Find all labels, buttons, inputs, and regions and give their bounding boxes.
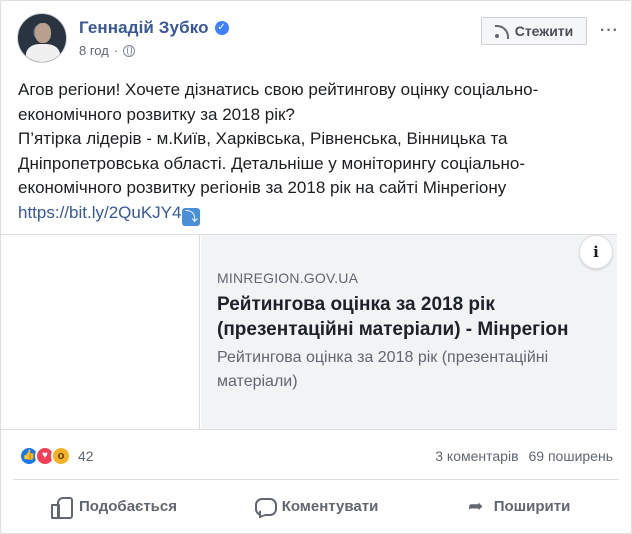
post-stats: 👍 ♥ o 42 3 коментарів 69 поширень xyxy=(19,445,613,467)
post-meta: 8 год · xyxy=(79,43,136,58)
preview-domain: MINREGION.GOV.UA xyxy=(217,270,359,286)
separator-dot: · xyxy=(113,43,119,58)
preview-title-line: Рейтингова оцінка за 2018 рік xyxy=(217,294,495,315)
post-text-line: економічного розвитку за 2018 рік? xyxy=(18,104,295,124)
thumbs-up-icon xyxy=(51,496,73,519)
preview-image[interactable] xyxy=(1,235,200,429)
follow-label: Стежити xyxy=(514,23,574,39)
share-arrow-icon: ➦ xyxy=(468,496,484,516)
preview-title[interactable]: Рейтингова оцінка за 2018 рік (презентац… xyxy=(217,292,607,342)
like-button[interactable]: Подобається xyxy=(13,485,215,527)
globe-icon[interactable] xyxy=(123,44,136,57)
wow-reaction-icon: o xyxy=(51,446,71,466)
post-timestamp[interactable]: 8 год xyxy=(79,43,109,58)
post-text: Агов регіони! Хочете дізнатись свою рейт… xyxy=(18,78,608,226)
avatar-face xyxy=(35,23,51,43)
author-row: Геннадій Зубко ✓ xyxy=(79,18,229,38)
preview-description-line: Рейтингова оцінка за 2018 рік (презентац… xyxy=(217,349,549,366)
shares-count[interactable]: 69 поширень xyxy=(529,448,613,464)
more-options-icon[interactable]: ··· xyxy=(597,17,619,45)
actions-divider xyxy=(13,479,619,480)
post-actions: Подобається Коментувати ➦ Поширити xyxy=(13,485,619,527)
share-button[interactable]: ➦ Поширити xyxy=(417,485,619,527)
reaction-count[interactable]: 42 xyxy=(78,448,94,464)
post-header: Геннадій Зубко ✓ 8 год · Стежити ··· xyxy=(17,13,619,65)
reactions-summary[interactable]: 👍 ♥ o 42 xyxy=(19,446,94,466)
post-text-line: економічного розвитку регіонів за 2018 р… xyxy=(18,178,507,197)
preview-title-line: (презентаційні матеріали) - Мінрегіон xyxy=(217,319,569,340)
post-text-line: Дніпропетровська області. Детальніше у м… xyxy=(18,153,526,173)
link-preview[interactable]: MINREGION.GOV.UA Рейтингова оцінка за 20… xyxy=(1,234,617,430)
comments-count[interactable]: 3 коментарів xyxy=(435,448,518,464)
share-label: Поширити xyxy=(493,497,571,515)
rss-icon xyxy=(494,24,509,39)
post-text-line: Агов регіони! Хочете дізнатись свою рейт… xyxy=(18,80,539,99)
verified-badge-icon: ✓ xyxy=(214,21,229,35)
post-text-line: П’ятірка лідерів - м.Київ, Харківська, Р… xyxy=(18,129,508,148)
like-label: Подобається xyxy=(79,497,177,515)
preview-body[interactable]: MINREGION.GOV.UA Рейтингова оцінка за 20… xyxy=(201,235,617,429)
avatar-torso xyxy=(26,44,60,62)
author-avatar[interactable] xyxy=(17,13,67,63)
arrow-down-right-emoji-icon: ⤵ xyxy=(182,207,201,226)
follow-button[interactable]: Стежити xyxy=(481,17,587,45)
author-name[interactable]: Геннадій Зубко xyxy=(79,18,209,38)
comment-bubble-icon xyxy=(254,496,277,516)
comment-label: Коментувати xyxy=(281,497,379,515)
info-icon[interactable]: i xyxy=(579,235,613,269)
post-link[interactable]: https://bit.ly/2QuKJY4 xyxy=(18,203,181,222)
post-card: Геннадій Зубко ✓ 8 год · Стежити ··· Аго… xyxy=(0,0,632,534)
comment-button[interactable]: Коментувати xyxy=(215,485,417,527)
post-link-line: https://bit.ly/2QuKJY4 ⤵ xyxy=(18,201,608,226)
preview-description-line: матеріали) xyxy=(217,372,298,390)
preview-description: Рейтингова оцінка за 2018 рік (презентац… xyxy=(217,346,607,393)
